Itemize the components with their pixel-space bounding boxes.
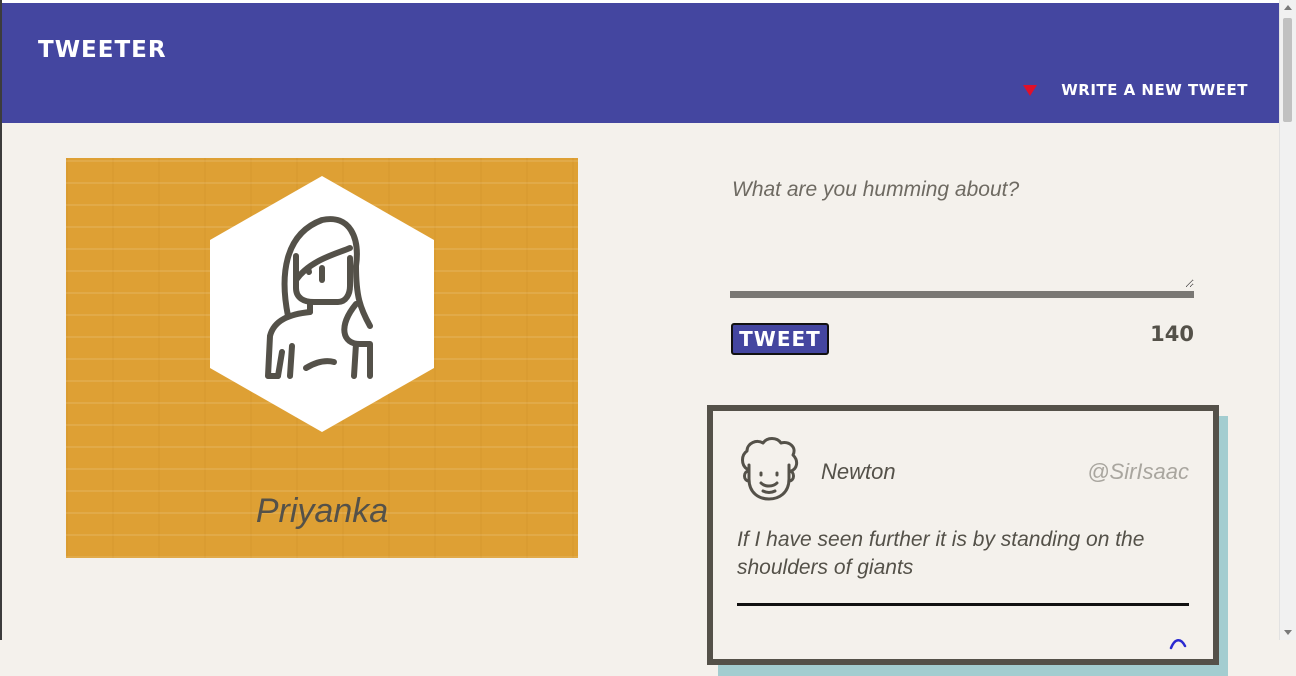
compose-toggle-label: Write a new tweet (1061, 81, 1248, 99)
tweet-handle: @SirIsaac (1087, 459, 1189, 484)
textarea-underline (730, 291, 1194, 298)
page-scrollbar[interactable] (1279, 0, 1296, 640)
char-counter: 140 (1150, 322, 1194, 346)
scroll-down-arrow-icon[interactable] (1284, 630, 1292, 635)
compose-toggle-button[interactable]: Write a new tweet (1023, 81, 1248, 99)
tweet-submit-button[interactable]: Tweet (731, 323, 829, 355)
scroll-up-arrow-icon[interactable] (1284, 5, 1292, 10)
tweet-card: Newton @SirIsaac If I have seen further … (707, 405, 1219, 665)
caret-down-icon (1023, 84, 1038, 96)
compose-form (730, 170, 1196, 298)
profile-card: Priyanka (66, 158, 578, 558)
newton-avatar-icon (741, 437, 799, 501)
nav-bar: Tweeter Write a new tweet (2, 3, 1282, 123)
tweet-divider (737, 603, 1189, 606)
profile-name: Priyanka (255, 492, 389, 530)
tweet-author: Newton (821, 459, 896, 484)
user-avatar-icon (210, 176, 434, 432)
tweet-content: If I have seen further it is by standing… (737, 528, 1145, 579)
scrollbar-thumb[interactable] (1283, 18, 1292, 122)
tweet-text-input[interactable] (730, 170, 1194, 288)
retweet-icon[interactable] (1169, 636, 1187, 650)
app-title: Tweeter (38, 37, 167, 63)
